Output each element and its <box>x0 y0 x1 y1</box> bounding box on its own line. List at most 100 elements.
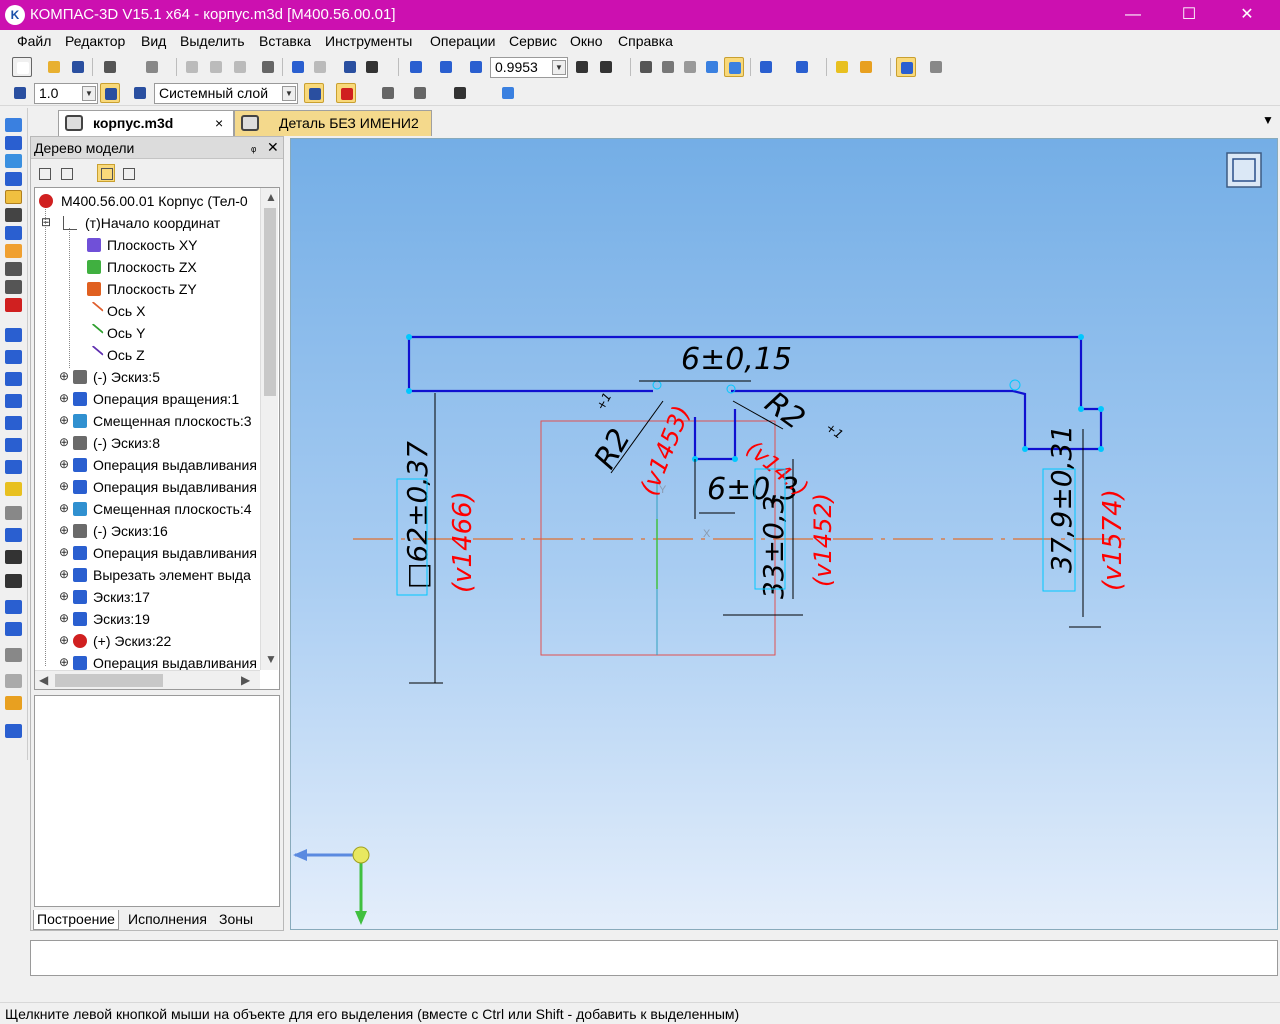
menu-select[interactable]: Выделить <box>180 33 245 49</box>
parameters-button[interactable] <box>926 57 946 77</box>
chevron-down-icon[interactable]: ▼ <box>552 60 566 75</box>
close-button[interactable]: ✕ <box>1224 0 1270 30</box>
ortho-button[interactable] <box>378 83 398 103</box>
tree-item[interactable]: Ось Z <box>35 344 275 366</box>
circle-icon[interactable] <box>5 394 22 408</box>
zoom-scale-input[interactable]: 0.9953 ▼ <box>490 57 568 78</box>
measure-icon[interactable] <box>5 208 22 222</box>
snap-button[interactable] <box>896 57 916 77</box>
dim-height-right[interactable]: 37,9±0,31 <box>1045 425 1078 573</box>
collapse-icon[interactable]: ⊟ <box>41 215 51 230</box>
tree-item[interactable]: Плоскость ZX <box>35 256 275 278</box>
print-button[interactable] <box>100 57 120 77</box>
tree-view-button[interactable] <box>119 164 137 182</box>
tree-item[interactable]: ⊕ Смещенная плоскость:4 <box>35 498 275 520</box>
command-area[interactable] <box>30 940 1278 976</box>
arc-icon[interactable] <box>5 416 22 430</box>
zoom-in-button[interactable] <box>466 57 486 77</box>
polygon-icon[interactable] <box>5 622 22 636</box>
tree-item[interactable]: ⊕ (-) Эскиз:16 <box>35 520 275 542</box>
tree-item[interactable]: Плоскость XY <box>35 234 275 256</box>
tree-item[interactable]: Плоскость ZY <box>35 278 275 300</box>
menu-file[interactable]: Файл <box>17 33 51 49</box>
equidistant-icon[interactable] <box>5 506 22 520</box>
aux-geometry-icon[interactable] <box>5 190 22 204</box>
cut-button[interactable] <box>182 57 202 77</box>
menu-insert[interactable]: Вставка <box>259 33 311 49</box>
magnet-snap-button[interactable] <box>336 83 356 103</box>
orientation-button[interactable] <box>596 57 616 77</box>
tree-item[interactable]: ⊕ Смещенная плоскость:3 <box>35 410 275 432</box>
dim-radius-left[interactable]: R2 <box>588 423 638 475</box>
filters-icon[interactable] <box>5 226 22 240</box>
chamfer-icon[interactable] <box>5 574 22 588</box>
arrays-icon[interactable] <box>5 172 22 186</box>
scroll-thumb[interactable] <box>264 208 276 396</box>
shaded-edges-button[interactable] <box>724 57 744 77</box>
tree-item[interactable]: Ось Y <box>35 322 275 344</box>
shaded-button[interactable] <box>702 57 722 77</box>
point-icon[interactable] <box>5 328 22 342</box>
hidden-thin-button[interactable] <box>680 57 700 77</box>
text-icon[interactable] <box>5 696 22 710</box>
tree-item[interactable]: ⊕ Операция выдавливания <box>35 542 275 564</box>
tree-item[interactable]: Ось X <box>35 300 275 322</box>
tree-structure-button[interactable] <box>35 164 53 182</box>
rotate-button[interactable] <box>572 57 592 77</box>
tree-item[interactable]: ⊕ (-) Эскиз:5 <box>35 366 275 388</box>
tab-zones[interactable]: Зоны <box>216 910 256 930</box>
spatial-curves-icon[interactable] <box>5 136 22 150</box>
menu-window[interactable]: Окно <box>570 33 603 49</box>
scroll-left-icon[interactable]: ◀ <box>39 673 48 687</box>
properties-button[interactable] <box>258 57 278 77</box>
tree-item[interactable]: ⊕ Эскиз:19 <box>35 608 275 630</box>
dim-width-top[interactable]: 6±0,15 <box>681 342 792 377</box>
panel-close-icon[interactable]: ✕ <box>267 139 279 156</box>
view-orientation-button[interactable] <box>498 83 518 103</box>
menu-operations[interactable]: Операции <box>430 33 496 49</box>
projection-icon[interactable] <box>5 482 22 496</box>
hidden-lines-button[interactable] <box>658 57 678 77</box>
edit-details-icon[interactable] <box>5 118 22 132</box>
close-icon[interactable]: × <box>215 115 223 131</box>
tree-order-button[interactable] <box>97 164 115 182</box>
zoom-all-button[interactable] <box>436 57 456 77</box>
sheet-metal-icon[interactable] <box>5 244 22 258</box>
tree-item[interactable]: ⊕ Операция вращения:1 <box>35 388 275 410</box>
menu-service[interactable]: Сервис <box>509 33 557 49</box>
tab-list-dropdown-icon[interactable]: ▼ <box>1262 113 1274 127</box>
menu-help[interactable]: Справка <box>618 33 673 49</box>
tree-item[interactable]: ⊕ Операция выдавливания <box>35 476 275 498</box>
rectangle-icon[interactable] <box>5 600 22 614</box>
scroll-up-icon[interactable]: ▲ <box>265 190 277 204</box>
tab-versions[interactable]: Исполнения <box>125 910 210 930</box>
tree-item[interactable]: ⊕ (+) Эскиз:22 <box>35 630 275 652</box>
cursor-step-button[interactable] <box>10 83 30 103</box>
scroll-thumb[interactable] <box>55 674 163 687</box>
menu-editor[interactable]: Редактор <box>65 33 125 49</box>
manager-button[interactable] <box>340 57 360 77</box>
wireframe-button[interactable] <box>636 57 656 77</box>
new-file-button[interactable] <box>12 57 32 77</box>
open-file-button[interactable] <box>44 57 64 77</box>
model-viewport[interactable]: Y X 6±0,15 6±0,3 □62±0,37 33±0,3 37,9±0,… <box>290 138 1278 930</box>
help-cursor-button[interactable] <box>362 57 382 77</box>
chevron-down-icon[interactable]: ▼ <box>82 86 96 101</box>
tree-item[interactable]: ⊕ (-) Эскиз:8 <box>35 432 275 454</box>
tab-detail-untitled[interactable]: Деталь БЕЗ ИМЕНИ2 <box>234 110 432 136</box>
parametrization-icon[interactable] <box>5 724 22 738</box>
pin-icon[interactable]: ᵩ <box>251 140 256 154</box>
tree-item[interactable]: ⊕ Вырезать элемент выда <box>35 564 275 586</box>
paste-button[interactable] <box>230 57 250 77</box>
tree-root[interactable]: M400.56.00.01 Корпус (Тел-0 <box>35 190 275 212</box>
surfaces-icon[interactable] <box>5 154 22 168</box>
segment-icon[interactable] <box>5 372 22 386</box>
contour-icon[interactable] <box>5 674 22 688</box>
select-filter-button[interactable] <box>792 57 812 77</box>
tab-korpus[interactable]: корпус.m3d × <box>58 110 234 136</box>
menu-tools[interactable]: Инструменты <box>325 33 412 49</box>
layer-button[interactable] <box>130 83 150 103</box>
designations-icon[interactable] <box>5 298 22 312</box>
tree-horizontal-scrollbar[interactable]: ◀ ▶ <box>35 670 260 689</box>
local-cs-toggle-button[interactable] <box>450 83 470 103</box>
